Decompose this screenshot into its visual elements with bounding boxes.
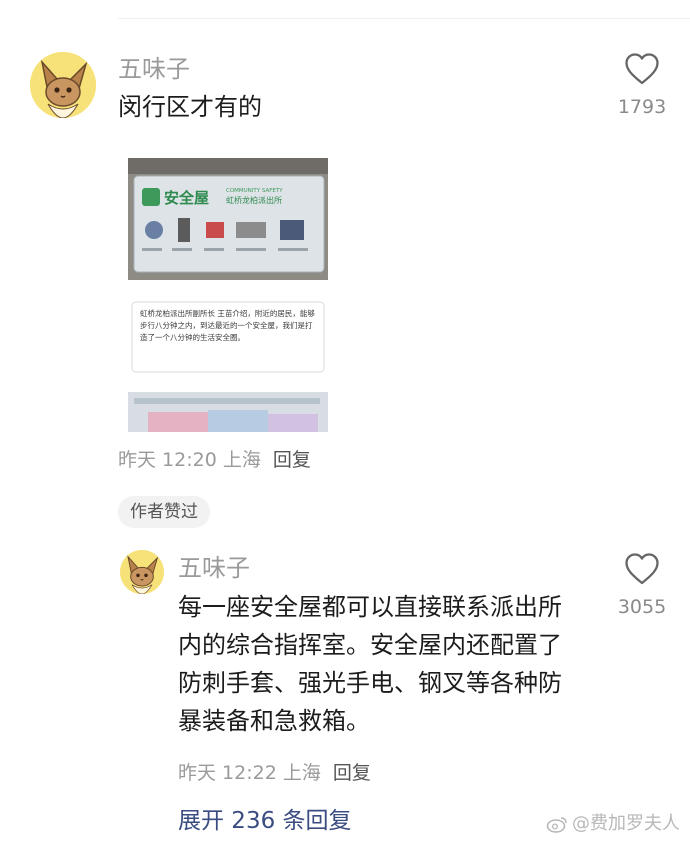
sign-title: 安全屋 [164, 189, 209, 207]
heart-icon [625, 553, 659, 585]
avatar[interactable] [30, 52, 96, 118]
heart-icon [625, 53, 659, 85]
comment-text: 闵行区才有的 [118, 93, 262, 121]
reply-button[interactable]: 回复 [273, 449, 311, 471]
expand-replies-link[interactable]: 展开 236 条回复 [178, 806, 352, 836]
reply-meta: 昨天 12:22 上海 回复 [178, 760, 371, 786]
author-liked-badge: 作者赞过 [118, 496, 210, 528]
reply-location: 上海 [282, 762, 321, 784]
comment-location: 上海 [222, 449, 261, 471]
reply-like-count: 3055 [617, 596, 667, 618]
sign-caption: 虹桥龙柏派出所副所长 王苗介绍，附近的居民，能够步行八分钟之内，到达最近的一个安… [140, 309, 315, 342]
reply-like-button[interactable] [624, 552, 660, 586]
comment-time: 昨天 12:20 [118, 449, 217, 471]
like-button[interactable] [624, 52, 660, 86]
top-divider [118, 18, 690, 19]
reply-time: 昨天 12:22 [178, 762, 277, 784]
like-count: 1793 [617, 96, 667, 118]
reply-text: 每一座安全屋都可以直接联系派出所内的综合指挥室。安全屋内还配置了防刺手套、强光手… [178, 593, 562, 735]
reply-avatar[interactable] [120, 550, 164, 594]
comment-username[interactable]: 五味子 [118, 54, 190, 84]
eevee-avatar-icon [120, 550, 164, 594]
comment-meta: 昨天 12:20 上海 回复 [118, 447, 311, 473]
eevee-avatar-icon [30, 52, 96, 118]
sign-subtitle: COMMUNITY SAFETY [226, 188, 283, 194]
comment-image[interactable]: 安全屋 COMMUNITY SAFETY 虹桥龙柏派出所 虹桥龙柏派出所副所长 … [128, 158, 328, 432]
watermark-text: @费加罗夫人 [572, 813, 680, 834]
watermark: @费加罗夫人 [546, 812, 680, 836]
weibo-logo-icon [546, 817, 567, 833]
reply-reply-button[interactable]: 回复 [333, 762, 371, 784]
reply-username[interactable]: 五味子 [178, 553, 250, 583]
sign-station: 虹桥龙柏派出所 [226, 195, 282, 205]
